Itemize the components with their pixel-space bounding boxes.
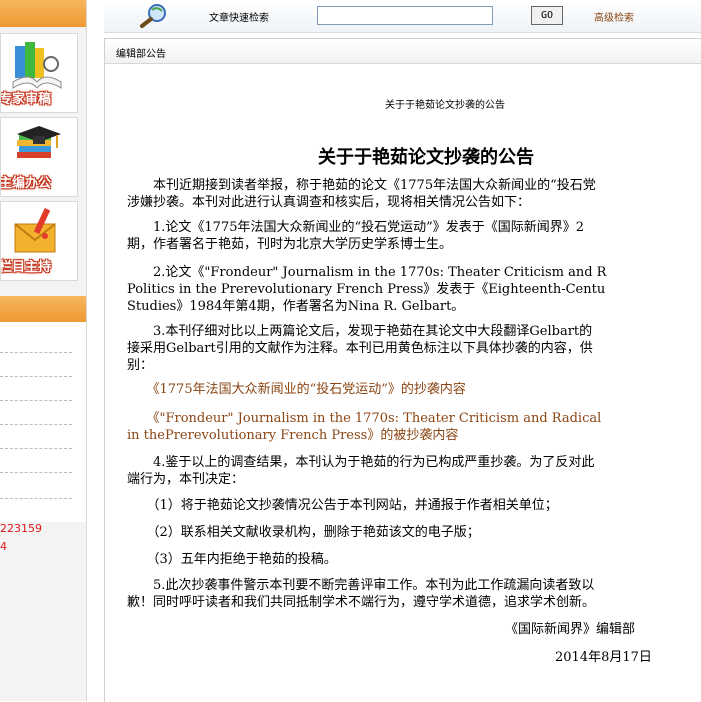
paragraph-6: 5.此次抄袭事件警示本刊要不断完善评审工作。本刊为此工作疏漏向读者致以 歉！同时… [127, 577, 701, 611]
paragraph-4: 3.本刊仔细对比以上两篇论文后，发现于艳茹在其论文中大段翻译Gelbart的 接… [127, 323, 701, 374]
sidebar-visit-count-today: 4 [0, 540, 7, 553]
sidebar-list-divider [0, 424, 72, 425]
quick-search-bar: 文章快速检索 GO 高级检索 [104, 0, 701, 33]
text-line: （2）联系相关文献收录机构，删除于艳茹该文的电子版； [127, 525, 480, 540]
paragraph-5: 4.鉴于以上的调查结果，本刊认为于艳茹的行为已构成严重抄袭。为了反对此 端行为，… [127, 454, 701, 488]
text-line: （1）将于艳茹论文抄袭情况公告于本刊网站，并通报于作者相关单位； [127, 498, 558, 513]
announcement-date: 2014年8月17日 [555, 650, 652, 665]
quick-search-input[interactable] [317, 6, 493, 25]
text-line: 4.鉴于以上的调查结果，本刊认为于艳茹的行为已构成严重抄袭。为了反对此 [127, 455, 595, 470]
books-reading-icon [12, 42, 62, 89]
announcement-panel: 编辑部公告 关于于艳茹论文抄袭的公告 关于于艳茹论文抄袭的公告 本刊近期接到读者… [104, 38, 701, 702]
sidebar-list-divider [0, 448, 72, 449]
advanced-search-link[interactable]: 高级检索 [594, 9, 634, 24]
sidebar-top-bar [0, 0, 86, 27]
text-line: Politics in the Prerevolutionary French … [127, 282, 606, 297]
panel-header: 编辑部公告 [105, 39, 701, 64]
graduation-books-icon [17, 126, 61, 158]
text-line: 5.此次抄袭事件警示本刊要不断完善评审工作。本刊为此工作疏漏向读者致以 [127, 578, 595, 593]
text-line: 期，作者署名于艳茹，刊时为北京大学历史学系博士生。 [127, 237, 453, 252]
go-button[interactable]: GO [531, 6, 563, 25]
announcement-title: 关于于艳茹论文抄袭的公告 [318, 147, 534, 168]
panel-header-title: 编辑部公告 [116, 49, 166, 60]
paragraph-2: 1.论文《1775年法国大众新闻业的“投石党运动”》发表于《国际新闻界》2 期，… [127, 219, 701, 253]
text-line: 端行为，本刊决定： [127, 472, 245, 487]
paragraph-1: 本刊近期接到读者举报，称于艳茹的论文《1775年法国大众新闻业的“投石党 涉嫌抄… [127, 177, 701, 211]
sidebar-card-editor-office[interactable]: 主编办公 [0, 117, 78, 197]
decision-2: （2）联系相关文献收录机构，删除于艳茹该文的电子版； [127, 524, 701, 541]
envelope-pencil-icon [14, 207, 56, 253]
sidebar-card-label: 专家审稿 [0, 92, 52, 107]
sidebar-list-divider [0, 352, 72, 353]
sidebar-card-label: 主编办公 [0, 176, 52, 191]
text-line: 3.本刊仔细对比以上两篇论文后，发现于艳茹在其论文中大段翻译Gelbart的 [127, 324, 593, 339]
original-content-link[interactable]: 《"Frondeur" Journalism in the 1770s: The… [127, 410, 701, 444]
sidebar-visit-count: 223159 [0, 522, 42, 535]
text-line: 2.论文《"Frondeur" Journalism in the 1770s:… [127, 265, 607, 280]
magnifier-globe-icon [140, 4, 166, 28]
text-line: Studies》1984年第4期，作者署名为Nina R. Gelbart。 [127, 299, 465, 314]
text-line: （3）五年内拒绝于艳茹的投稿。 [127, 552, 337, 567]
text-line: 别： [127, 358, 154, 373]
plagiarized-content-link[interactable]: 《1775年法国大众新闻业的“投石党运动”》的抄袭内容 [127, 381, 701, 398]
text-line: 歉！同时呼吁读者和我们共同抵制学术不端行为，遵守学术道德，追求学术创新。 [127, 595, 596, 610]
text-line: 涉嫌抄袭。本刊对此进行认真调查和核实后，现将相关情况公告如下： [127, 195, 531, 210]
quick-search-label: 文章快速检索 [209, 13, 269, 24]
sidebar-list-divider [0, 498, 72, 499]
sidebar-list-divider [0, 376, 72, 377]
decision-1: （1）将于艳茹论文抄袭情况公告于本刊网站，并通报于作者相关单位； [127, 497, 701, 514]
sidebar-card-expert-review[interactable]: 专家审稿 [0, 33, 78, 113]
text-line: 1.论文《1775年法国大众新闻业的“投石党运动”》发表于《国际新闻界》2 [127, 220, 585, 235]
text-line: 本刊近期接到读者举报，称于艳茹的论文《1775年法国大众新闻业的“投石党 [127, 178, 596, 193]
text-line: 《1775年法国大众新闻业的“投石党运动”》的抄袭内容 [127, 382, 466, 397]
text-line: 《"Frondeur" Journalism in the 1770s: The… [127, 411, 602, 426]
decision-3: （3）五年内拒绝于艳茹的投稿。 [127, 551, 701, 568]
text-line: 接采用Gelbart引用的文献作为注释。本刊已用黄色标注以下具体抄袭的内容，供 [127, 341, 593, 356]
announcement-small-title: 关于于艳茹论文抄袭的公告 [385, 100, 505, 111]
signature: 《国际新闻界》编辑部 [505, 622, 636, 637]
sidebar-card-column-host[interactable]: 栏目主持 [0, 201, 78, 281]
sidebar-list-divider [0, 400, 72, 401]
sidebar-list [0, 322, 86, 522]
paragraph-3: 2.论文《"Frondeur" Journalism in the 1770s:… [127, 264, 701, 315]
text-line: in thePrerevolutionary French Press》的被抄袭… [127, 428, 459, 443]
sidebar-list-divider [0, 472, 72, 473]
left-sidebar: 专家审稿 主编办公 栏目主持 223159 4 [0, 0, 87, 701]
sidebar-card-label: 栏目主持 [0, 260, 52, 275]
sidebar-section-bar [0, 296, 86, 322]
